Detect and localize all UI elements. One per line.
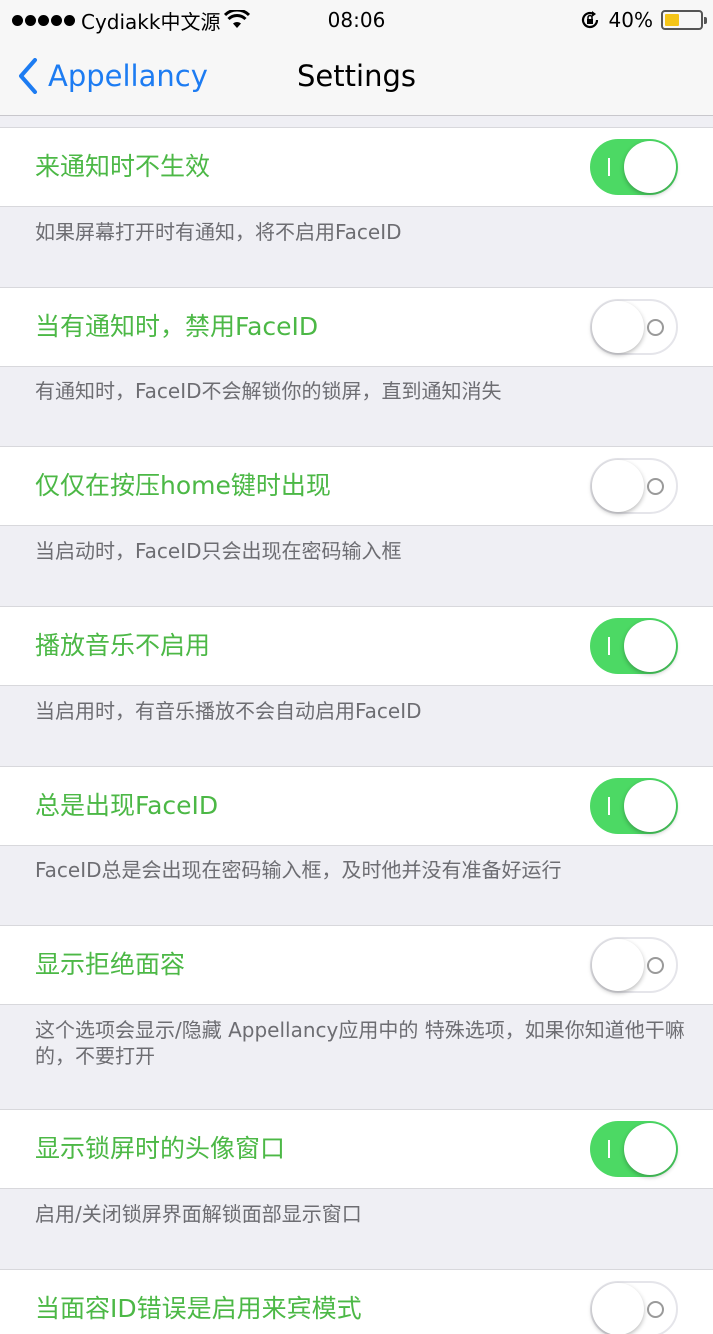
toggle-knob [592, 301, 644, 353]
setting-label: 当面容ID错误是启用来宾模式 [35, 1294, 362, 1323]
page-title: Settings [297, 59, 416, 93]
orientation-lock-icon [581, 11, 598, 29]
toggle-knob [592, 1283, 644, 1334]
toggle-on-mark-icon [608, 637, 610, 655]
toggle-knob [592, 939, 644, 991]
battery-fill [665, 14, 679, 26]
status-bar: Cydiakk中文源 08:06 40% [0, 0, 713, 40]
toggle-knob [592, 460, 644, 512]
toggle-on-mark-icon [608, 797, 610, 815]
setting-label: 显示锁屏时的头像窗口 [35, 1134, 286, 1163]
setting-toggle[interactable] [590, 1281, 678, 1334]
setting-row: 总是出现FaceID [0, 766, 713, 846]
setting-toggle[interactable] [590, 618, 678, 674]
setting-toggle[interactable] [590, 139, 678, 195]
toggle-on-mark-icon [608, 1140, 610, 1158]
setting-footnote: 当启动时，FaceID只会出现在密码输入框 [35, 539, 402, 563]
setting-label: 当有通知时，禁用FaceID [35, 312, 319, 341]
setting-footnote: 当启用时，有音乐播放不会自动启用FaceID [35, 699, 422, 723]
setting-row: 当有通知时，禁用FaceID [0, 287, 713, 367]
toggle-on-mark-icon [608, 158, 610, 176]
toggle-knob [624, 780, 676, 832]
status-right: 40% [579, 6, 707, 34]
setting-row: 当面容ID错误是启用来宾模式 [0, 1269, 713, 1334]
setting-toggle[interactable] [590, 299, 678, 355]
setting-footnote: 如果屏幕打开时有通知，将不启用FaceID [35, 220, 402, 244]
setting-label: 总是出现FaceID [35, 791, 219, 820]
toggle-off-mark-icon [647, 319, 664, 336]
battery-icon [661, 10, 707, 30]
setting-row: 播放音乐不启用 [0, 606, 713, 686]
setting-footnote: 启用/关闭锁屏界面解锁面部显示窗口 [35, 1202, 362, 1226]
setting-label: 仅仅在按压home键时出现 [35, 471, 331, 500]
setting-footnote: FaceID总是会出现在密码输入框，及时他并没有准备好运行 [35, 858, 562, 882]
setting-toggle[interactable] [590, 458, 678, 514]
toggle-off-mark-icon [647, 957, 664, 974]
setting-toggle[interactable] [590, 778, 678, 834]
setting-toggle[interactable] [590, 937, 678, 993]
setting-label: 来通知时不生效 [35, 152, 211, 181]
navigation-bar: Appellancy Settings [0, 40, 713, 116]
toggle-knob [624, 1123, 676, 1175]
battery-percent: 40% [608, 8, 653, 32]
setting-row: 显示锁屏时的头像窗口 [0, 1109, 713, 1189]
setting-footnote: 这个选项会显示/隐藏 Appellancy应用中的 特殊选项，如果你知道他干嘛的… [35, 1018, 685, 1068]
toggle-knob [624, 620, 676, 672]
setting-row: 仅仅在按压home键时出现 [0, 446, 713, 526]
toggle-knob [624, 141, 676, 193]
setting-label: 显示拒绝面容 [35, 950, 186, 979]
setting-row: 来通知时不生效 [0, 127, 713, 207]
setting-label: 播放音乐不启用 [35, 631, 211, 660]
toggle-off-mark-icon [647, 1301, 664, 1318]
toggle-off-mark-icon [647, 478, 664, 495]
setting-footnote: 有通知时，FaceID不会解锁你的锁屏，直到通知消失 [35, 379, 502, 403]
setting-toggle[interactable] [590, 1121, 678, 1177]
setting-row: 显示拒绝面容 [0, 925, 713, 1005]
